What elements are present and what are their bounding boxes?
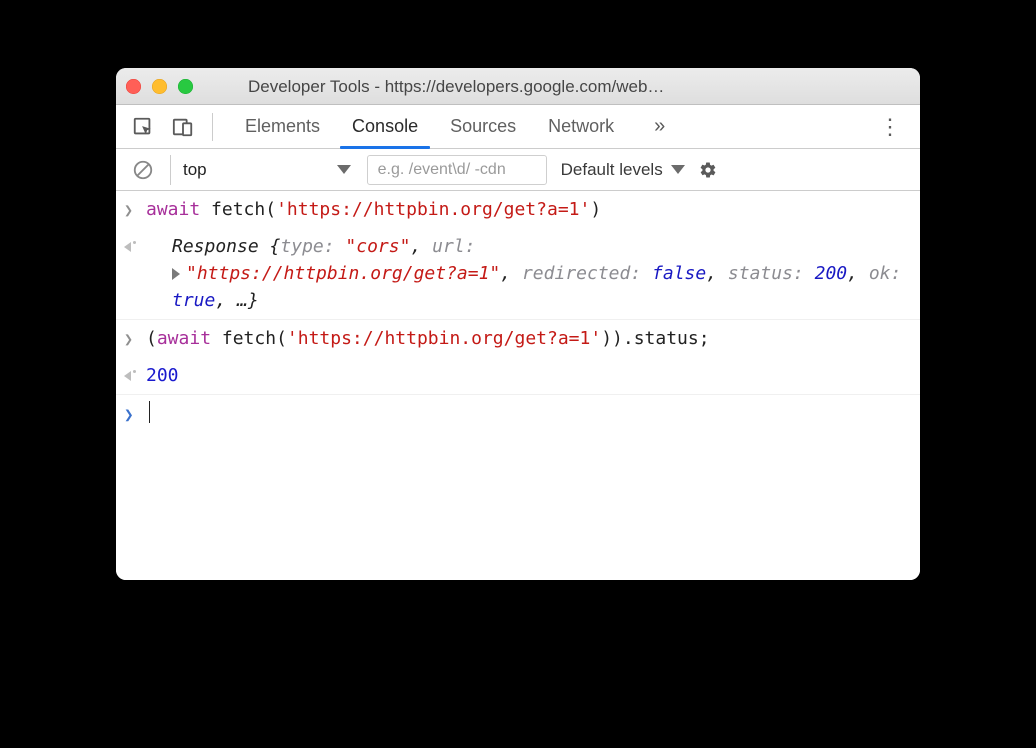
console-input-entry: ❯ await fetch('https://httpbin.org/get?a… bbox=[116, 191, 920, 228]
tab-network[interactable]: Network bbox=[532, 105, 630, 148]
return-icon bbox=[124, 233, 146, 259]
prompt-icon: ❯ bbox=[124, 325, 146, 351]
tabstrip: Elements Console Sources Network » ⋮ bbox=[116, 105, 920, 149]
panel-tabs: Elements Console Sources Network bbox=[229, 105, 630, 148]
tab-elements[interactable]: Elements bbox=[229, 105, 336, 148]
window-controls bbox=[126, 79, 193, 94]
console-code: 200 bbox=[146, 362, 910, 389]
devtools-window: Developer Tools - https://developers.goo… bbox=[116, 68, 920, 580]
execution-context-value: top bbox=[183, 160, 207, 180]
execution-context-select[interactable]: top bbox=[170, 155, 357, 185]
tab-sources[interactable]: Sources bbox=[434, 105, 532, 148]
log-levels-select[interactable]: Default levels bbox=[557, 160, 685, 180]
chevron-down-icon bbox=[671, 165, 685, 174]
return-icon bbox=[124, 362, 146, 388]
console-code: await fetch('https://httpbin.org/get?a=1… bbox=[146, 196, 910, 223]
separator bbox=[212, 113, 213, 141]
settings-menu-icon[interactable]: ⋮ bbox=[871, 114, 910, 140]
log-levels-label: Default levels bbox=[561, 160, 663, 180]
console-code: (await fetch('https://httpbin.org/get?a=… bbox=[146, 325, 910, 352]
close-window-button[interactable] bbox=[126, 79, 141, 94]
device-toolbar-icon[interactable] bbox=[170, 114, 196, 140]
chevron-down-icon bbox=[337, 165, 351, 174]
console-prompt[interactable]: ❯ bbox=[116, 395, 920, 432]
console-toolbar: top Default levels bbox=[116, 149, 920, 191]
tabs-overflow-icon[interactable]: » bbox=[644, 115, 675, 138]
tab-console[interactable]: Console bbox=[336, 105, 434, 148]
zoom-window-button[interactable] bbox=[178, 79, 193, 94]
text-cursor bbox=[149, 401, 150, 423]
console-code: Response {type: "cors", url:"https://htt… bbox=[146, 233, 910, 314]
filter-input[interactable] bbox=[367, 155, 547, 185]
console-return-entry: 200 bbox=[116, 357, 920, 395]
minimize-window-button[interactable] bbox=[152, 79, 167, 94]
inspect-element-icon[interactable] bbox=[130, 114, 156, 140]
console-settings-icon[interactable] bbox=[695, 157, 721, 183]
console-input-entry: ❯ (await fetch('https://httpbin.org/get?… bbox=[116, 320, 920, 357]
titlebar: Developer Tools - https://developers.goo… bbox=[116, 68, 920, 105]
console-return-entry: Response {type: "cors", url:"https://htt… bbox=[116, 228, 920, 320]
clear-console-icon[interactable] bbox=[130, 157, 156, 183]
expand-object-icon[interactable] bbox=[172, 268, 180, 280]
console-output[interactable]: ❯ await fetch('https://httpbin.org/get?a… bbox=[116, 191, 920, 580]
window-title: Developer Tools - https://developers.goo… bbox=[248, 68, 910, 105]
prompt-icon: ❯ bbox=[124, 196, 146, 222]
prompt-icon: ❯ bbox=[124, 400, 146, 427]
